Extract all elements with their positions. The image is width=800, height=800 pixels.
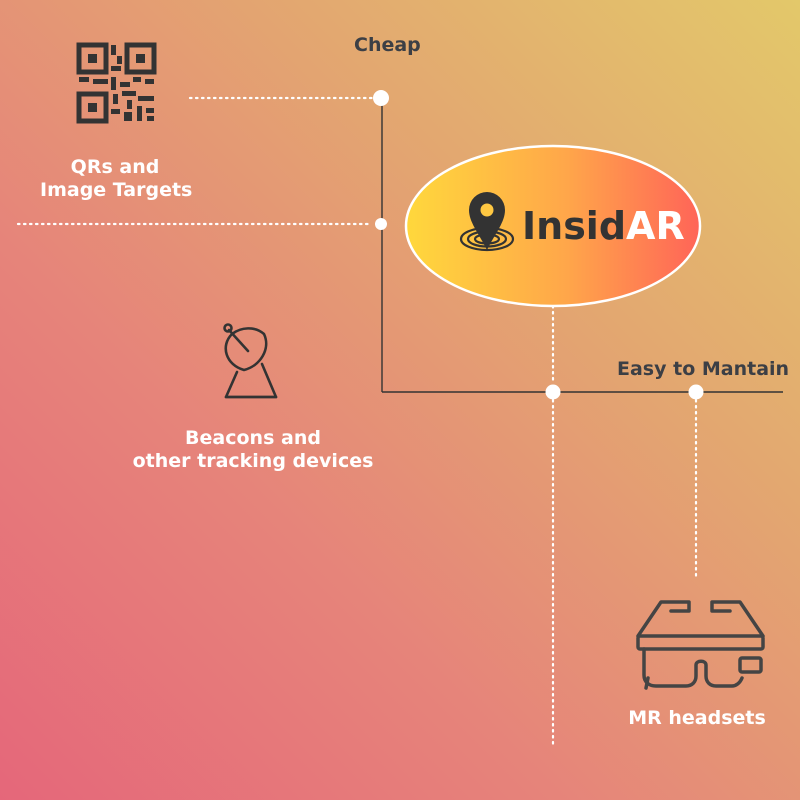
headset-axis-dot (688, 384, 704, 400)
x-axis-label: Easy to Mantain (617, 358, 790, 380)
logo-text-ar: AR (626, 204, 685, 248)
mr-headset-icon (636, 600, 765, 690)
qr-label-line2: Image Targets (40, 179, 193, 201)
logo-text-insid: Insid (522, 204, 627, 248)
headset-label: MR headsets (628, 707, 766, 729)
y-axis-label: Cheap (354, 34, 421, 56)
logo-wordmark: InsidAR (522, 206, 685, 246)
beacons-label-line1: Beacons and (185, 427, 321, 449)
beacons-axis-dot (545, 384, 561, 400)
connector-layer (16, 42, 783, 750)
satellite-dish-icon (223, 323, 278, 399)
cheap-dot (373, 90, 389, 106)
beacons-label-line2: other tracking devices (132, 450, 374, 472)
beacons-label: Beacons and other tracking devices (120, 427, 386, 473)
qr-label-line1: QRs and (70, 156, 160, 178)
qr-label: QRs and Image Targets (40, 156, 193, 202)
logo-axis-dot (375, 218, 387, 230)
qr-code-icon (76, 42, 157, 124)
diagram-canvas: Cheap Easy to Mantain InsidAR QRs and Im… (0, 0, 800, 800)
